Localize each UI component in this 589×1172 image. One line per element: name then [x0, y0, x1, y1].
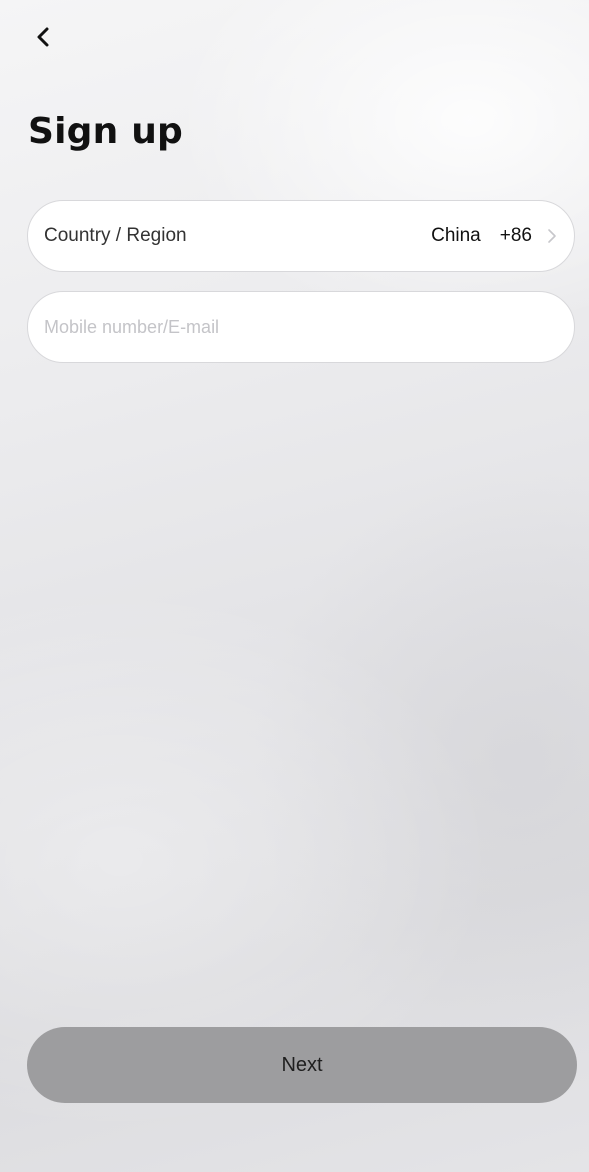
back-button[interactable] — [26, 20, 60, 54]
sign-up-screen: Sign up Country / Region China +86 Next — [0, 0, 589, 1172]
mobile-email-field[interactable] — [27, 291, 575, 363]
mobile-email-input[interactable] — [44, 316, 558, 338]
chevron-right-icon — [546, 228, 558, 244]
selected-country: China — [431, 225, 481, 246]
page-title: Sign up — [28, 111, 183, 152]
chevron-left-icon — [37, 27, 49, 47]
country-region-label: Country / Region — [44, 225, 187, 246]
country-calling-code: +86 — [499, 225, 532, 246]
next-button[interactable]: Next — [27, 1027, 577, 1103]
country-region-selector[interactable]: Country / Region China +86 — [27, 200, 575, 272]
